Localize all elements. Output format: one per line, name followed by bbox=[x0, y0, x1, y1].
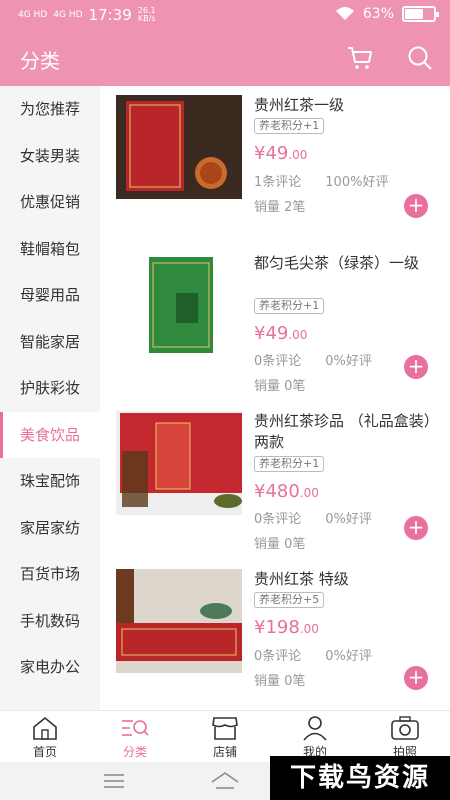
points-badge: 养老积分+1 bbox=[254, 118, 325, 134]
review-stats: 0条评论 0%好评 bbox=[254, 645, 396, 664]
review-stats: 0条评论 0%好评 bbox=[254, 508, 396, 527]
price-integer: ¥480 bbox=[254, 481, 300, 502]
app-header: 分类 bbox=[0, 30, 450, 86]
nav-label: 分类 bbox=[122, 745, 147, 759]
positive-rating: 100%好评 bbox=[325, 175, 389, 190]
review-count: 1条评论 bbox=[254, 175, 302, 190]
menu-icon[interactable] bbox=[103, 774, 125, 788]
battery-percent: 63% bbox=[362, 6, 394, 22]
product-price: ¥49.00 bbox=[254, 143, 307, 164]
battery-icon bbox=[402, 6, 439, 22]
nav-item[interactable]: 拍照 bbox=[360, 715, 450, 760]
price-decimal: .00 bbox=[288, 148, 308, 162]
product-image[interactable] bbox=[116, 95, 242, 199]
price-integer: ¥49 bbox=[254, 143, 289, 164]
sidebar-item[interactable]: 为您推荐 bbox=[0, 86, 100, 133]
sidebar-item[interactable]: 智能家居 bbox=[0, 319, 100, 366]
product-price: ¥480.00 bbox=[254, 481, 319, 502]
wifi-icon bbox=[335, 7, 354, 20]
store-icon bbox=[180, 715, 270, 743]
sidebar-item[interactable]: 手机数码 bbox=[0, 598, 100, 645]
nav-label: 店铺 bbox=[212, 745, 237, 759]
user-icon bbox=[270, 715, 360, 743]
sidebar-item[interactable]: 美食饮品 bbox=[0, 411, 100, 458]
product-image[interactable] bbox=[116, 411, 242, 515]
points-badge: 养老积分+1 bbox=[254, 298, 325, 314]
points-badge: 养老积分+1 bbox=[254, 456, 325, 472]
add-to-cart-button[interactable]: + bbox=[404, 355, 428, 379]
price-integer: ¥198 bbox=[254, 617, 300, 638]
sidebar-item[interactable]: 珠宝配饰 bbox=[0, 458, 100, 505]
nav-item[interactable]: 店铺 bbox=[180, 715, 270, 760]
product-price: ¥198.00 bbox=[254, 617, 319, 638]
price-decimal: .00 bbox=[288, 328, 308, 342]
product-card[interactable]: 都匀毛尖茶（绿茶）一级养老积分+1 ¥49.00 0条评论 0%好评销量 0笔 + bbox=[100, 245, 450, 403]
cart-icon[interactable] bbox=[347, 46, 373, 70]
category-sidebar: 为您推荐 女装男装 优惠促销 鞋帽箱包 母婴用品 智能家居 护肤彩妆 美食饮品 珠宝配饰 家居家纺… bbox=[0, 86, 100, 710]
sidebar-item[interactable]: 优惠促销 bbox=[0, 179, 100, 226]
price-decimal: .00 bbox=[299, 622, 319, 636]
sales-count: 销量 2笔 bbox=[254, 200, 306, 215]
signal-2: 4G HD bbox=[53, 9, 83, 20]
sidebar-item[interactable]: 家居家纺 bbox=[0, 505, 100, 552]
sidebar-item[interactable]: 女装男装 bbox=[0, 133, 100, 180]
points-badge: 养老积分+5 bbox=[254, 592, 325, 608]
positive-rating: 0%好评 bbox=[325, 354, 372, 369]
nav-item[interactable]: 分类 bbox=[90, 715, 180, 760]
bottom-navigation: 首页 分类 店铺 我的 拍照 bbox=[0, 710, 450, 762]
review-count: 0条评论 bbox=[254, 649, 302, 664]
review-count: 0条评论 bbox=[254, 354, 302, 369]
status-bar: 4G HD 4G HD 17:39 26.1 KB/s 63% bbox=[0, 0, 450, 30]
clock: 17:39 bbox=[88, 6, 132, 24]
sidebar-item[interactable]: 鞋帽箱包 bbox=[0, 226, 100, 273]
sidebar-item[interactable]: 母婴用品 bbox=[0, 272, 100, 319]
review-count: 0条评论 bbox=[254, 512, 302, 527]
price-integer: ¥49 bbox=[254, 323, 289, 344]
product-name[interactable]: 贵州红茶珍品 （礼品盒装）两款 bbox=[254, 411, 439, 453]
sidebar-item[interactable]: 百货市场 bbox=[0, 551, 100, 598]
product-list: 贵州红茶一级 养老积分+1 ¥49.00 1条评论 100%好评 销量 2笔 + 都匀毛尖茶（… bbox=[100, 86, 450, 710]
product-card[interactable]: 贵州红茶珍品 （礼品盒装）两款养老积分+1 ¥480.00 0条评论 0%好评销量 0… bbox=[100, 403, 450, 561]
page-title: 分类 bbox=[20, 49, 60, 73]
product-card[interactable]: 贵州红茶一级养老积分+1 ¥49.00 1条评论 100%好评销量 2笔 + bbox=[100, 87, 450, 245]
review-stats: 0条评论 0%好评 bbox=[254, 350, 396, 369]
product-image[interactable] bbox=[116, 569, 242, 673]
sidebar-item[interactable]: 护肤彩妆 bbox=[0, 365, 100, 412]
camera-icon bbox=[360, 715, 450, 743]
nav-label: 首页 bbox=[32, 745, 57, 759]
product-name[interactable]: 贵州红茶一级 bbox=[254, 95, 439, 116]
nav-item[interactable]: 首页 bbox=[0, 715, 90, 760]
home-icon bbox=[0, 715, 90, 743]
home-system-icon[interactable] bbox=[210, 770, 240, 790]
positive-rating: 0%好评 bbox=[325, 649, 372, 664]
add-to-cart-button[interactable]: + bbox=[404, 194, 428, 218]
price-decimal: .00 bbox=[299, 486, 319, 500]
sidebar-item[interactable]: 家电办公 bbox=[0, 644, 100, 691]
sales-count: 销量 0笔 bbox=[254, 674, 306, 689]
signal-1: 4G HD bbox=[18, 9, 48, 20]
search-icon[interactable] bbox=[407, 45, 433, 71]
product-image[interactable] bbox=[116, 253, 242, 357]
product-name[interactable]: 贵州红茶 特级 bbox=[254, 569, 439, 590]
review-stats: 1条评论 100%好评 bbox=[254, 171, 412, 190]
add-to-cart-button[interactable]: + bbox=[404, 666, 428, 690]
network-speed: 26.1 KB/s bbox=[137, 6, 156, 23]
add-to-cart-button[interactable]: + bbox=[404, 516, 428, 540]
watermark: 下载鸟资源 bbox=[270, 756, 450, 800]
category-search-icon bbox=[90, 715, 180, 743]
product-card[interactable]: 贵州红茶 特级养老积分+5 ¥198.00 0条评论 0%好评销量 0笔 + bbox=[100, 561, 450, 710]
nav-item[interactable]: 我的 bbox=[270, 715, 360, 760]
sales-count: 销量 0笔 bbox=[254, 379, 306, 394]
sales-count: 销量 0笔 bbox=[254, 537, 306, 552]
positive-rating: 0%好评 bbox=[325, 512, 372, 527]
product-price: ¥49.00 bbox=[254, 323, 307, 344]
product-name[interactable]: 都匀毛尖茶（绿茶）一级 bbox=[254, 253, 439, 274]
